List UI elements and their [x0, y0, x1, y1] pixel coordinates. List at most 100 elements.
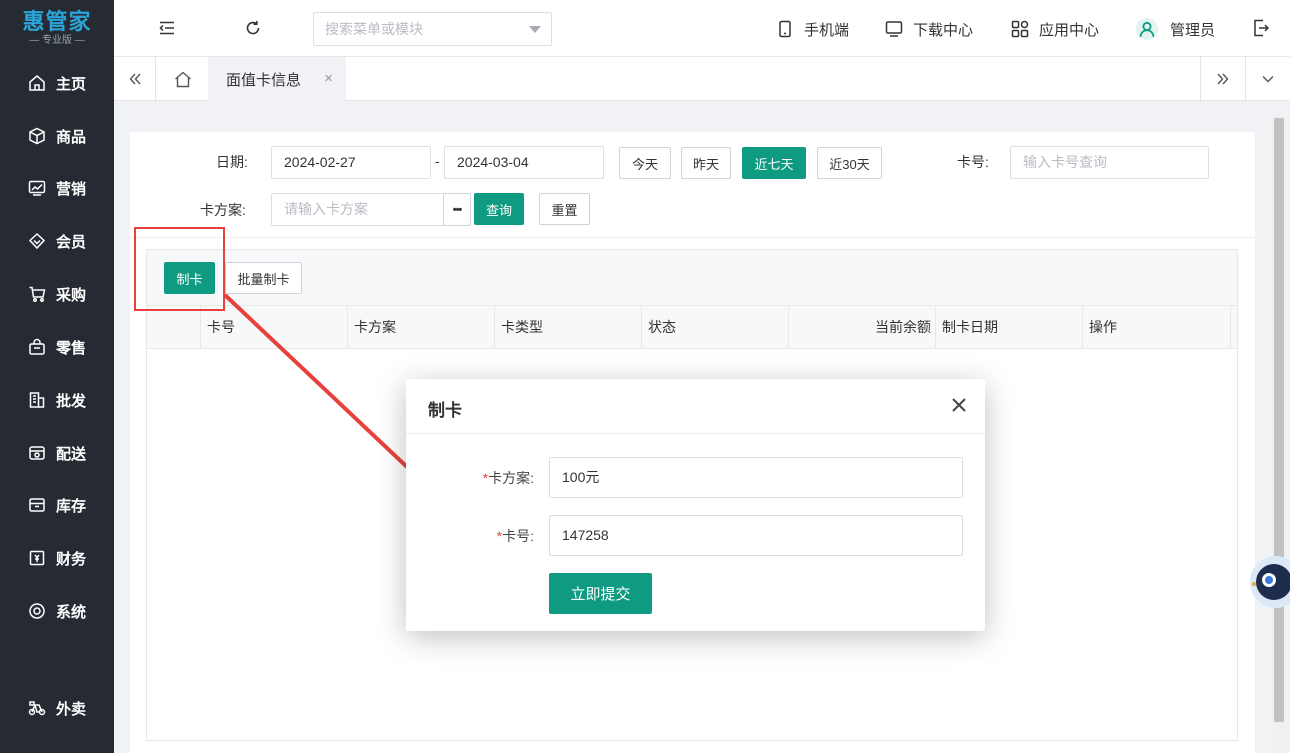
column-header[interactable]: 状态	[642, 306, 789, 349]
mobile-label: 手机端	[804, 21, 850, 39]
tab-label: 面值卡信息	[226, 71, 302, 89]
sidebar-item-label: 系统	[56, 603, 87, 621]
last-30-days-button[interactable]: 近30天	[817, 147, 882, 179]
plan-field-label: *卡方案:	[466, 468, 534, 488]
sidebar-item-label: 外卖	[56, 700, 87, 718]
finance-icon	[28, 549, 46, 567]
plan-picker-button[interactable]: •••	[443, 193, 471, 226]
box-icon	[28, 127, 46, 145]
sidebar-item-inventory[interactable]: 库存	[0, 479, 114, 531]
plan-input[interactable]: 请输入卡方案	[271, 193, 444, 226]
building-icon	[28, 391, 46, 409]
today-button[interactable]: 今天	[619, 147, 671, 179]
refresh-icon[interactable]	[243, 18, 263, 38]
sidebar-item-finance[interactable]: 财务	[0, 532, 114, 584]
sidebar-item-label: 配送	[56, 445, 87, 463]
column-header[interactable]: 卡类型	[495, 306, 642, 349]
chart-icon	[28, 179, 46, 197]
archive-icon	[28, 496, 46, 514]
column-header[interactable]: 卡方案	[348, 306, 495, 349]
plan-label: 卡方案:	[200, 202, 246, 218]
table-toolbar: 制卡 批量制卡	[147, 250, 1237, 306]
date-separator: -	[435, 153, 440, 169]
tabs-scroll-right-icon[interactable]	[1200, 57, 1245, 101]
download-center-link[interactable]: 下载中心	[885, 18, 973, 40]
sidebar-item-delivery[interactable]: 配送	[0, 427, 114, 479]
label-text: 卡方案:	[488, 470, 534, 486]
edition-text: — 专业版 —	[29, 35, 85, 46]
column-header[interactable]: 制卡日期	[936, 306, 1083, 349]
sidebar-item-label: 采购	[56, 286, 87, 304]
date-label: 日期:	[216, 154, 248, 170]
date-start-input[interactable]: 2024-02-27	[271, 146, 431, 179]
tabs-bar: 面值卡信息 ×	[114, 57, 1290, 101]
user-name: 管理员	[1170, 21, 1216, 39]
sidebar-item-label: 主页	[56, 75, 87, 93]
dialog-divider	[406, 433, 985, 434]
sidebar-item-marketing[interactable]: 营销	[0, 162, 114, 214]
sidebar-item-takeout[interactable]: 外卖	[0, 682, 114, 734]
reset-button[interactable]: 重置	[539, 193, 590, 225]
sidebar-item-label: 营销	[56, 180, 87, 198]
collapse-menu-icon[interactable]	[157, 18, 177, 38]
card-no-field[interactable]: 147258	[549, 515, 963, 556]
label-text: 卡号:	[502, 528, 534, 544]
yesterday-button[interactable]: 昨天	[681, 147, 731, 179]
column-header[interactable]: 当前余额	[789, 306, 936, 349]
card-no-search-input[interactable]: 输入卡号查询	[1010, 146, 1209, 179]
logout-icon[interactable]	[1251, 18, 1271, 38]
diamond-icon	[28, 232, 46, 250]
date-end-input[interactable]: 2024-03-04	[444, 146, 604, 179]
submit-button[interactable]: 立即提交	[549, 573, 652, 614]
sidebar-item-goods[interactable]: 商品	[0, 110, 114, 162]
menu-search-select[interactable]: 搜索菜单或模块	[313, 12, 552, 46]
search-placeholder: 搜索菜单或模块	[325, 21, 423, 37]
tabs-scroll-left-icon[interactable]	[114, 57, 156, 101]
card-no-field-label: *卡号:	[466, 526, 534, 546]
tab-home-icon[interactable]	[157, 57, 208, 101]
column-header[interactable]: 卡号	[201, 306, 348, 349]
tab-card-info[interactable]: 面值卡信息 ×	[208, 57, 346, 101]
query-button[interactable]: 查询	[474, 193, 524, 225]
sidebar-item-label: 财务	[56, 550, 87, 568]
last-7-days-button[interactable]: 近七天	[742, 147, 806, 179]
sidebar-item-label: 库存	[56, 497, 87, 515]
monitor-icon	[885, 21, 903, 37]
home-icon	[28, 74, 46, 92]
app-center-link[interactable]: 应用中心	[1011, 18, 1099, 40]
avatar	[1136, 18, 1158, 40]
app-logo[interactable]: 惠管家 — 专业版 —	[0, 0, 114, 57]
column-header[interactable]: 操作	[1083, 306, 1231, 349]
mobile-link[interactable]: 手机端	[776, 18, 849, 40]
sidebar-item-purchase[interactable]: 采购	[0, 268, 114, 320]
sidebar-item-system[interactable]: 系统	[0, 585, 114, 637]
tabs-menu-chevron-icon[interactable]	[1245, 57, 1290, 101]
user-menu[interactable]: 管理员	[1136, 18, 1215, 40]
card-no-label: 卡号:	[957, 154, 989, 170]
table-header: 卡号 卡方案 卡类型 状态 当前余额 制卡日期 操作	[147, 306, 1237, 349]
column-header-select	[147, 306, 201, 349]
sidebar-item-label: 会员	[56, 233, 87, 251]
assistant-robot-icon[interactable]	[1250, 540, 1290, 620]
sidebar-item-member[interactable]: 会员	[0, 215, 114, 267]
bag-icon	[28, 338, 46, 356]
chevron-down-icon	[529, 26, 541, 33]
sidebar-item-label: 批发	[56, 392, 87, 410]
scrollbar-thumb[interactable]	[1274, 118, 1284, 722]
close-tab-icon[interactable]: ×	[324, 70, 333, 87]
delivery-icon	[28, 444, 46, 462]
sidebar-item-home[interactable]: 主页	[0, 57, 114, 109]
bike-icon	[28, 699, 46, 717]
sidebar-item-retail[interactable]: 零售	[0, 321, 114, 373]
card-plan-field[interactable]: 100元	[549, 457, 963, 498]
logo-text: 惠管家	[22, 9, 92, 34]
close-icon[interactable]	[949, 395, 969, 415]
sidebar-item-label: 商品	[56, 128, 87, 146]
settings-icon	[28, 602, 46, 620]
mobile-icon	[779, 20, 791, 38]
divider	[130, 237, 1255, 238]
sidebar-item-wholesale[interactable]: 批发	[0, 374, 114, 426]
apps-grid-icon	[1011, 20, 1029, 38]
batch-make-card-button[interactable]: 批量制卡	[225, 262, 302, 294]
download-label: 下载中心	[913, 21, 974, 39]
